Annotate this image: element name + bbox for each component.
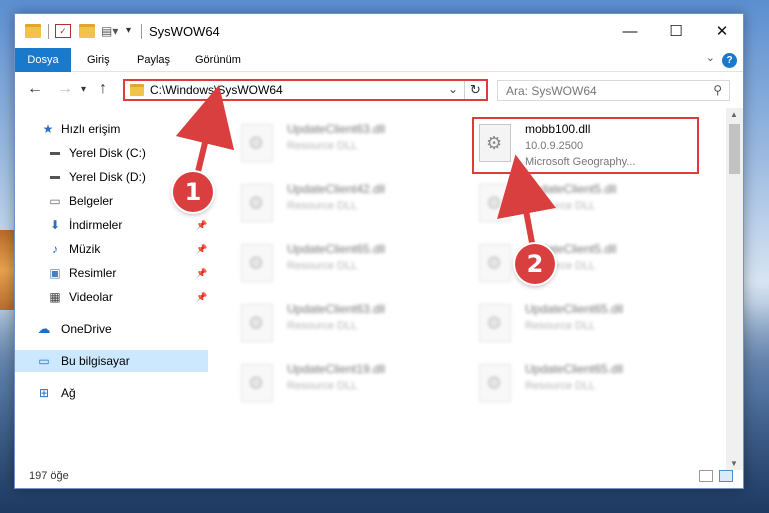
arrow-1 — [175, 84, 235, 183]
callout-arrows — [175, 84, 557, 253]
step-badge-1: 1 — [173, 172, 213, 212]
step-badge-2: 2 — [515, 244, 555, 284]
